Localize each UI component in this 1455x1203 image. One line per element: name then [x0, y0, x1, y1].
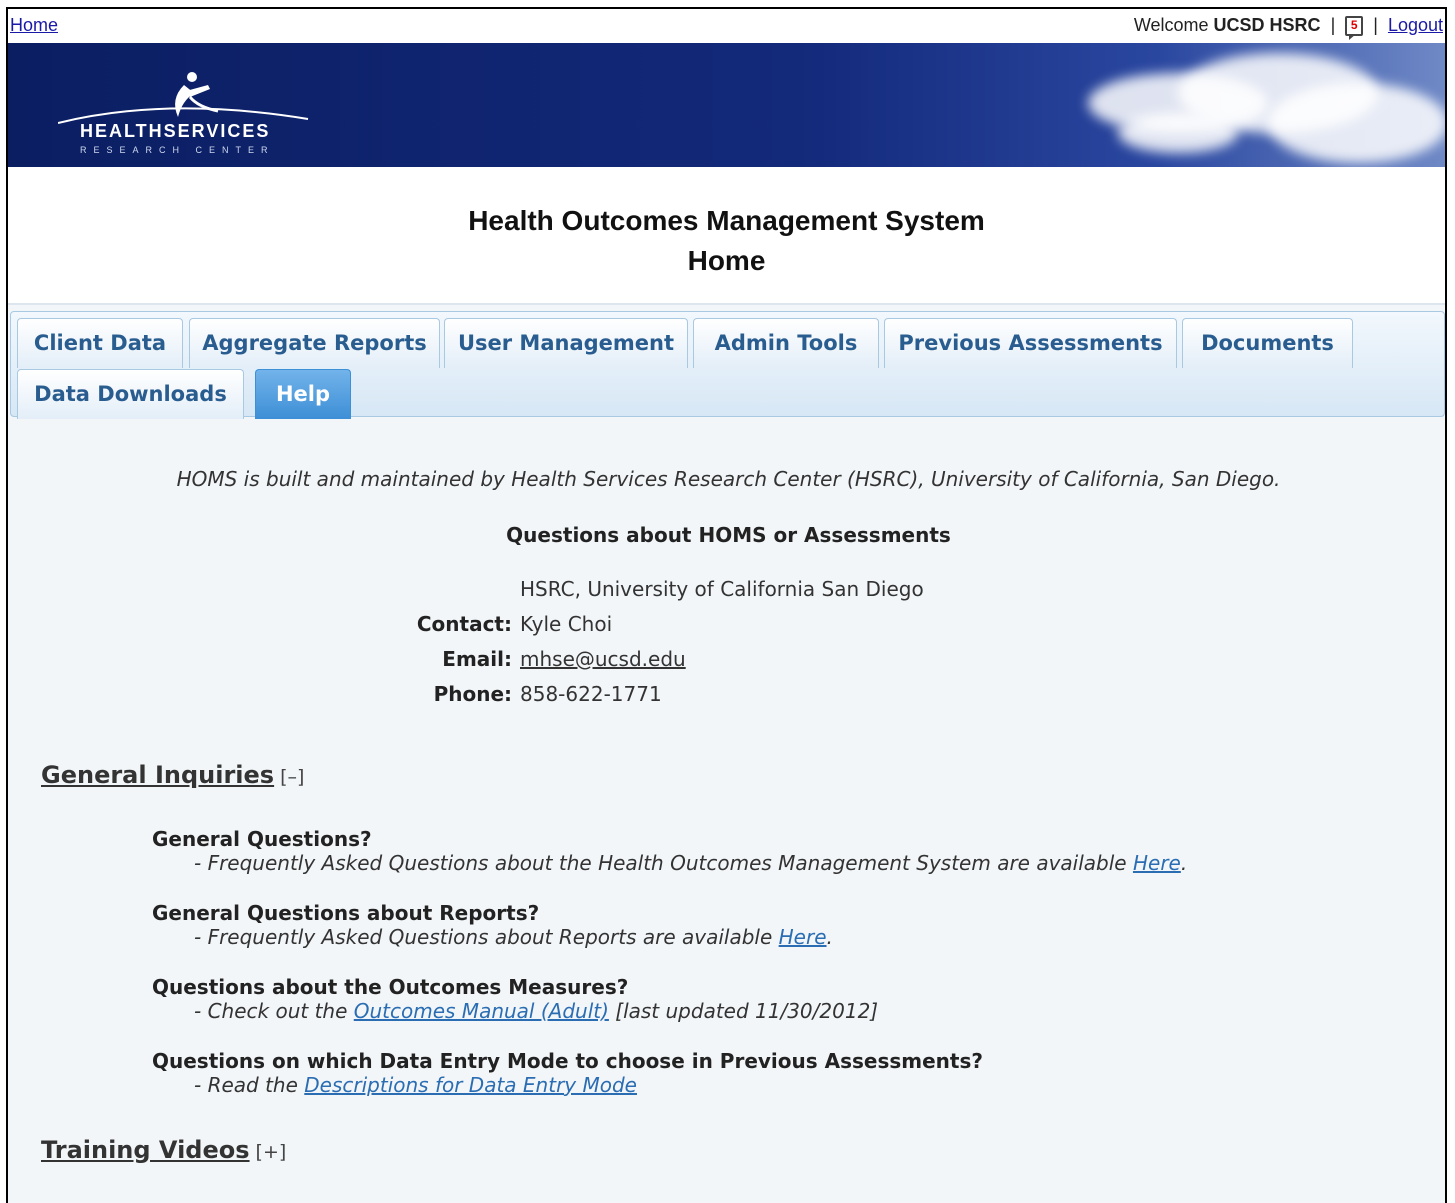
contact-row: Contact: Kyle Choi: [8, 612, 1449, 642]
answer-text: - Check out the: [194, 999, 354, 1023]
tab-user-management[interactable]: User Management: [444, 318, 688, 368]
cloud-decoration: [1118, 113, 1238, 153]
page-title-area: Health Outcomes Management System Home: [8, 167, 1445, 305]
faq-link[interactable]: Here: [1133, 851, 1181, 875]
org-row: HSRC, University of California San Diego: [8, 577, 1449, 607]
general-inquiries-header: General Inquiries [–]: [41, 761, 304, 789]
answer-suffix: .: [826, 925, 833, 949]
contact-value: Kyle Choi: [520, 612, 613, 636]
faq-question: Questions on which Data Entry Mode to ch…: [152, 1049, 983, 1073]
logout-link[interactable]: Logout: [1388, 15, 1443, 36]
logo-name: HEALTHSERVICES: [80, 121, 271, 141]
cloud-decoration: [1268, 83, 1445, 163]
tab-documents[interactable]: Documents: [1182, 318, 1353, 368]
separator: |: [1330, 15, 1336, 35]
page-frame: Home Welcome UCSD HSRC | 5 | Logout HEAL…: [6, 7, 1447, 1203]
faq-answer: - Frequently Asked Questions about the H…: [152, 851, 1187, 875]
data-entry-mode-link[interactable]: Descriptions for Data Entry Mode: [304, 1073, 637, 1097]
answer-text: - Read the: [194, 1073, 305, 1097]
home-link[interactable]: Home: [10, 15, 58, 36]
phone-value: 858-622-1771: [520, 682, 662, 706]
questions-heading: Questions about HOMS or Assessments: [506, 523, 951, 547]
email-label: Email:: [442, 647, 512, 671]
tab-client-data[interactable]: Client Data: [17, 318, 183, 368]
faq-link[interactable]: Here: [779, 925, 827, 949]
faq-answer: - Read the Descriptions for Data Entry M…: [152, 1073, 983, 1097]
faq-item: Questions on which Data Entry Mode to ch…: [152, 1049, 983, 1097]
faq-question: General Questions?: [152, 827, 372, 851]
answer-text: - Frequently Asked Questions about the H…: [194, 851, 1133, 875]
general-inquiries-link[interactable]: General Inquiries: [41, 761, 274, 789]
tab-previous-assessments[interactable]: Previous Assessments: [884, 318, 1177, 368]
faq-item: General Questions about Reports? - Frequ…: [152, 901, 833, 949]
welcome-text: Welcome UCSD HSRC: [1134, 15, 1321, 36]
org-name: HSRC, University of California San Diego: [520, 577, 924, 601]
faq-question: Questions about the Outcomes Measures?: [152, 975, 629, 999]
welcome-prefix: Welcome: [1133, 15, 1209, 35]
phone-label: Phone:: [433, 682, 512, 706]
hsrc-logo: HEALTHSERVICES RESEARCH CENTER: [58, 71, 318, 161]
answer-text: - Frequently Asked Questions about Repor…: [194, 925, 779, 949]
separator: |: [1373, 15, 1378, 35]
faq-item: Questions about the Outcomes Measures? -…: [152, 975, 878, 1023]
faq-answer: - Frequently Asked Questions about Repor…: [152, 925, 833, 949]
top-bar: Home Welcome UCSD HSRC | 5 | Logout: [8, 9, 1445, 43]
header-banner: HEALTHSERVICES RESEARCH CENTER: [8, 43, 1445, 167]
phone-row: Phone: 858-622-1771: [8, 682, 1449, 712]
general-inquiries-toggle[interactable]: [–]: [280, 766, 304, 788]
intro-text: HOMS is built and maintained by Health S…: [176, 467, 1281, 491]
training-videos-header: Training Videos [+]: [41, 1136, 286, 1164]
faq-question: General Questions about Reports?: [152, 901, 540, 925]
messages-icon[interactable]: 5: [1345, 15, 1364, 40]
message-count: 5: [1350, 17, 1358, 32]
email-row: Email: mhse@ucsd.edu: [8, 647, 1449, 677]
training-videos-link[interactable]: Training Videos: [41, 1136, 250, 1164]
email-link[interactable]: mhse@ucsd.edu: [520, 647, 686, 671]
faq-item: General Questions? - Frequently Asked Qu…: [152, 827, 1187, 875]
tab-aggregate-reports[interactable]: Aggregate Reports: [189, 318, 440, 368]
outcomes-manual-link[interactable]: Outcomes Manual (Adult): [354, 999, 609, 1023]
tab-admin-tools[interactable]: Admin Tools: [693, 318, 879, 368]
page-title: Health Outcomes Management System: [468, 205, 985, 236]
user-area: Welcome UCSD HSRC | 5 | Logout: [1134, 15, 1443, 40]
tab-data-downloads[interactable]: Data Downloads: [17, 369, 244, 419]
user-name: UCSD HSRC: [1213, 15, 1321, 35]
tab-help[interactable]: Help: [255, 369, 351, 419]
page-subtitle: Home: [687, 245, 766, 276]
email-value-wrap: mhse@ucsd.edu: [520, 647, 686, 671]
training-videos-toggle[interactable]: [+]: [256, 1141, 287, 1163]
answer-suffix: [last updated 11/30/2012]: [608, 999, 879, 1023]
main-tabs: Client Data Aggregate Reports User Manag…: [10, 311, 1445, 419]
faq-answer: - Check out the Outcomes Manual (Adult) …: [152, 999, 878, 1023]
logo-subtitle: RESEARCH CENTER: [80, 145, 275, 155]
contact-label: Contact:: [416, 612, 512, 636]
answer-suffix: .: [1180, 851, 1188, 875]
